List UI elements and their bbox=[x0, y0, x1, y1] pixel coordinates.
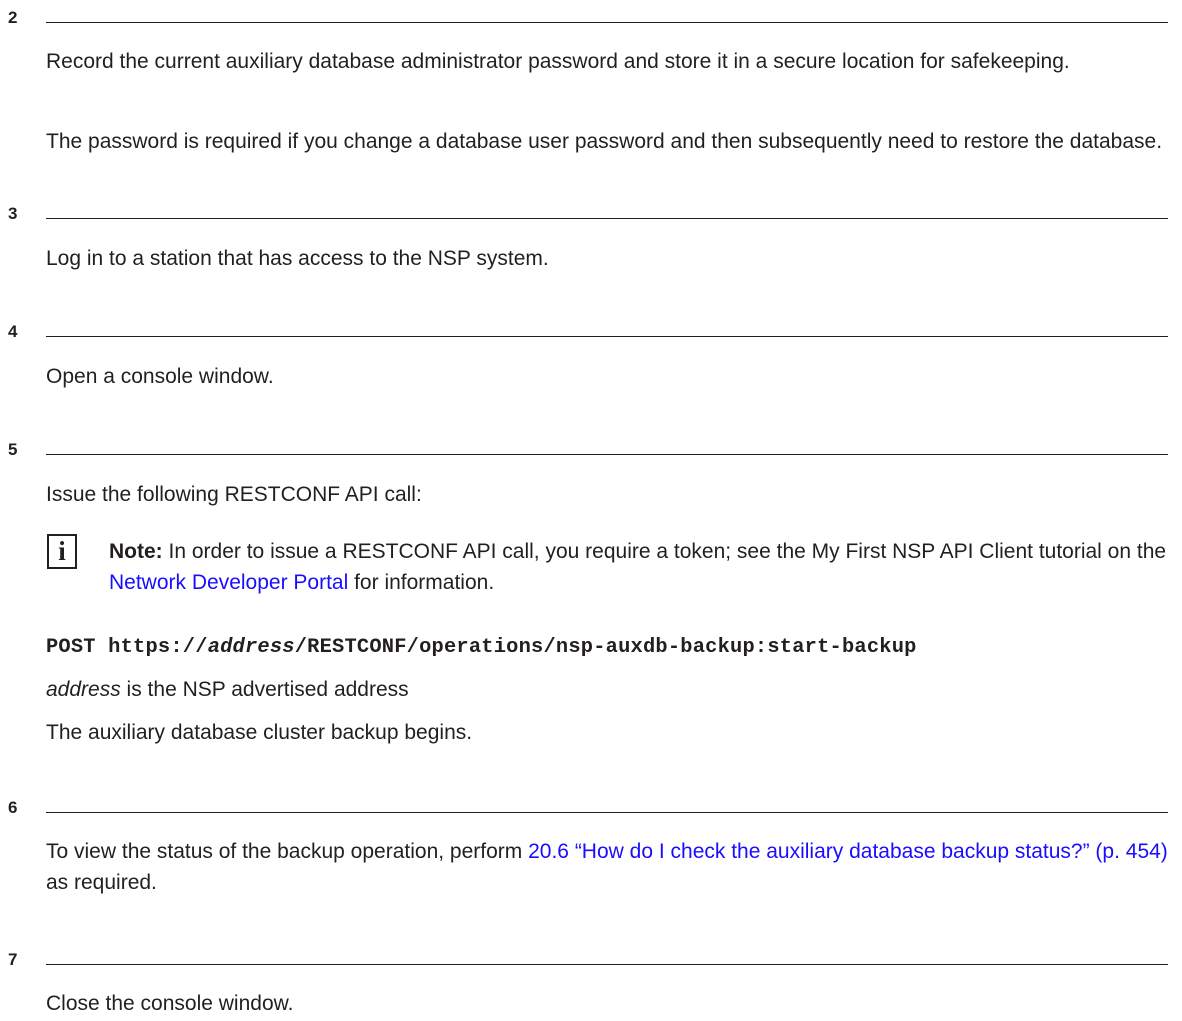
api-command: POST https://address/RESTCONF/operations… bbox=[46, 632, 1168, 663]
step-4: 4 bbox=[0, 320, 1182, 344]
step-result: The auxiliary database cluster backup be… bbox=[46, 721, 473, 744]
note-body-end: for information. bbox=[348, 571, 495, 594]
step-header: 5 bbox=[0, 438, 1182, 462]
note-body: In order to issue a RESTCONF API call, y… bbox=[168, 540, 1167, 563]
where-text: address is the NSP advertised address bbox=[46, 674, 1168, 705]
step-divider bbox=[46, 22, 1168, 23]
step-5: 5 bbox=[0, 438, 1182, 462]
step-3: 3 bbox=[0, 202, 1182, 226]
step-divider bbox=[46, 812, 1168, 813]
step-header: 2 bbox=[0, 6, 1182, 30]
step-divider bbox=[46, 218, 1168, 219]
info-icon: i bbox=[47, 534, 77, 569]
network-developer-portal-link[interactable]: Network Developer Portal bbox=[109, 571, 348, 594]
step-6: 6 bbox=[0, 796, 1182, 820]
where-variable: address bbox=[46, 678, 121, 701]
backup-status-link[interactable]: 20.6 “How do I check the auxiliary datab… bbox=[528, 840, 1168, 863]
step-divider bbox=[46, 964, 1168, 965]
step-number: 6 bbox=[8, 798, 18, 817]
step-paragraph: To view the status of the backup operati… bbox=[46, 836, 1168, 898]
command-suffix: /RESTCONF/operations/nsp-auxdb-backup:st… bbox=[294, 636, 917, 659]
step-number: 4 bbox=[8, 322, 18, 341]
step-number: 3 bbox=[8, 204, 18, 223]
step-header: 4 bbox=[0, 320, 1182, 344]
step-divider bbox=[46, 454, 1168, 455]
step-text: To view the status of the backup operati… bbox=[46, 840, 529, 863]
step-number: 7 bbox=[8, 950, 18, 969]
step-divider bbox=[46, 336, 1168, 337]
step-number: 2 bbox=[8, 8, 18, 27]
step-paragraph: Open a console window. bbox=[46, 365, 274, 388]
note-label: Note: bbox=[109, 540, 163, 563]
step-paragraph: Close the console window. bbox=[46, 992, 294, 1015]
step-paragraph: Log in to a station that has access to t… bbox=[46, 247, 549, 270]
command-variable: address bbox=[207, 636, 295, 659]
step-paragraph: The password is required if you change a… bbox=[46, 130, 1163, 153]
step-text-end: as required. bbox=[46, 871, 157, 894]
step-intro: Issue the following RESTCONF API call: bbox=[46, 483, 422, 506]
step-header: 3 bbox=[0, 202, 1182, 226]
step-7: 7 bbox=[0, 948, 1182, 972]
step-header: 6 bbox=[0, 796, 1182, 820]
where-description: is the NSP advertised address bbox=[120, 678, 409, 701]
step-number: 5 bbox=[8, 440, 18, 459]
step-header: 7 bbox=[0, 948, 1182, 972]
step-paragraph: Record the current auxiliary database ad… bbox=[46, 50, 1070, 73]
note-text: Note: In order to issue a RESTCONF API c… bbox=[109, 536, 1168, 598]
command-prefix: POST https:// bbox=[46, 636, 208, 659]
step-2: 2 bbox=[0, 6, 1182, 30]
